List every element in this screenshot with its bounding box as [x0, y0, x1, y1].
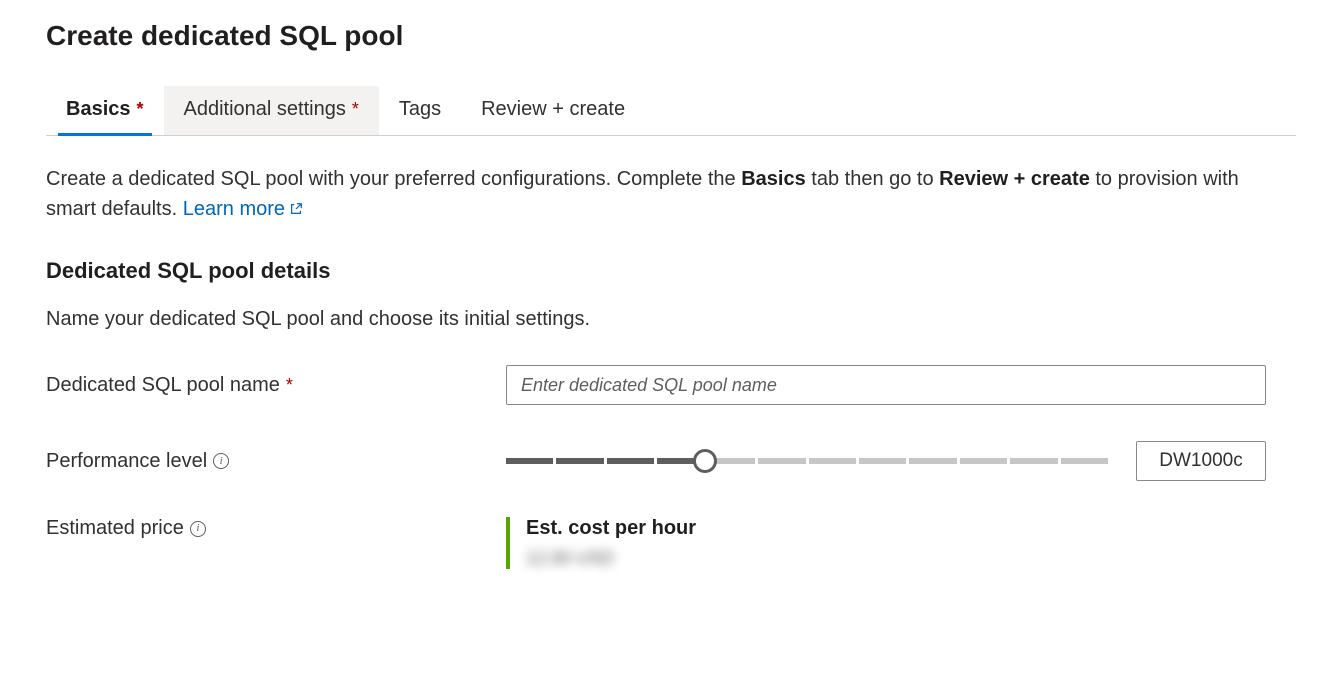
- tabs-bar: Basics * Additional settings * Tags Revi…: [46, 86, 1296, 136]
- slider-segment: [909, 458, 956, 464]
- price-title: Est. cost per hour: [526, 517, 696, 540]
- row-estimated-price: Estimated price i Est. cost per hour 12.…: [46, 517, 1296, 569]
- page-title: Create dedicated SQL pool: [46, 20, 1296, 52]
- slider-segment: [1061, 458, 1108, 464]
- label-performance-text: Performance level: [46, 450, 207, 473]
- tab-basics-label: Basics: [66, 98, 131, 121]
- label-pool-name-text: Dedicated SQL pool name: [46, 374, 280, 397]
- tab-tags-label: Tags: [399, 98, 441, 121]
- info-icon[interactable]: i: [190, 521, 206, 537]
- intro-bold-review: Review + create: [939, 168, 1090, 190]
- performance-slider[interactable]: [506, 451, 1108, 471]
- pool-name-input[interactable]: [506, 365, 1266, 405]
- external-link-icon: [289, 202, 303, 216]
- intro-mid: tab then go to: [806, 168, 939, 190]
- slider-segment: [960, 458, 1007, 464]
- price-value: 12.00 USD: [526, 548, 696, 569]
- info-icon[interactable]: i: [213, 453, 229, 469]
- slider-segment: [607, 458, 654, 464]
- tab-basics[interactable]: Basics *: [46, 86, 164, 135]
- label-pool-name: Dedicated SQL pool name *: [46, 374, 506, 397]
- label-performance-level: Performance level i: [46, 450, 506, 473]
- performance-slider-container: DW1000c: [506, 441, 1266, 481]
- row-pool-name: Dedicated SQL pool name *: [46, 365, 1296, 405]
- tab-review-create[interactable]: Review + create: [461, 86, 645, 135]
- price-block: Est. cost per hour 12.00 USD: [506, 517, 696, 569]
- label-estimated-price: Estimated price i: [46, 517, 506, 540]
- tab-tags[interactable]: Tags: [379, 86, 461, 135]
- slider-segment: [506, 458, 553, 464]
- required-indicator-icon: *: [286, 375, 293, 396]
- tab-additional-settings[interactable]: Additional settings *: [164, 86, 379, 135]
- section-heading: Dedicated SQL pool details: [46, 258, 1296, 284]
- required-indicator-icon: *: [137, 99, 144, 120]
- slider-track-segments: [506, 458, 1108, 464]
- slider-segment: [809, 458, 856, 464]
- required-indicator-icon: *: [352, 99, 359, 120]
- slider-segment: [758, 458, 805, 464]
- slider-segment: [556, 458, 603, 464]
- slider-segment: [1010, 458, 1057, 464]
- label-estimated-price-text: Estimated price: [46, 517, 184, 540]
- intro-text: Create a dedicated SQL pool with your pr…: [46, 164, 1266, 224]
- learn-more-label: Learn more: [183, 198, 285, 220]
- tab-additional-label: Additional settings: [184, 98, 346, 121]
- slider-thumb[interactable]: [693, 449, 717, 473]
- row-performance-level: Performance level i DW1000c: [46, 441, 1296, 481]
- intro-bold-basics: Basics: [741, 168, 806, 190]
- slider-segment: [859, 458, 906, 464]
- section-description: Name your dedicated SQL pool and choose …: [46, 308, 1296, 331]
- performance-value-display: DW1000c: [1136, 441, 1266, 481]
- intro-prefix: Create a dedicated SQL pool with your pr…: [46, 168, 741, 190]
- tab-review-label: Review + create: [481, 98, 625, 121]
- learn-more-link[interactable]: Learn more: [183, 198, 303, 220]
